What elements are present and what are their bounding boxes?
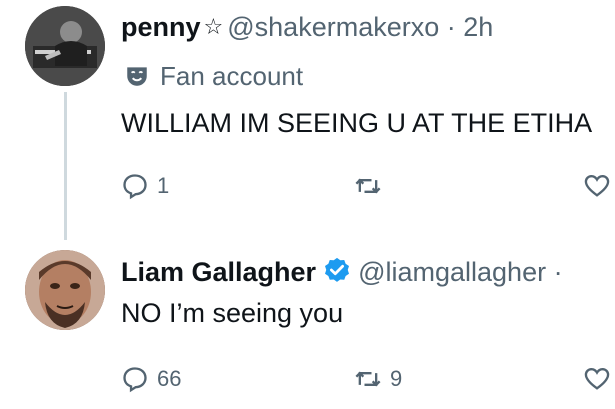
tweet-text: WILLIAM IM SEEING U AT THE ETIHA [121,108,593,138]
reply-count: 1 [157,173,170,198]
tweet-header: penny ☆ @shakermakerxo · 2h [121,10,493,44]
reply-button[interactable]: 66 [121,361,181,397]
display-name[interactable]: Liam Gallagher [121,257,316,287]
reply-icon [123,174,147,200]
retweet-icon [355,178,381,194]
like-icon [584,368,610,390]
separator-dot: · [553,257,563,287]
action-bar: 1 [121,168,615,204]
thread-line [64,92,67,240]
timestamp[interactable]: 2h [463,12,493,42]
tweet-text: NO I’m seeing you [121,298,344,328]
verified-icon [325,257,350,282]
retweet-button[interactable]: 9 [354,361,402,397]
reply-tweet[interactable]: penny ☆ @shakermakerxo · 2h Fan account WI… [0,0,615,240]
separator-dot: · [446,12,456,42]
avatar[interactable] [25,6,105,86]
handle[interactable]: @shakermakerxo [227,12,439,42]
star-icon: ☆ [203,14,224,39]
handle[interactable]: @liamgallagher [358,257,546,287]
avatar-photo [25,6,105,86]
like-button[interactable] [583,168,611,204]
display-name[interactable]: penny [121,12,201,42]
avatar-photo [25,250,105,330]
retweet-icon [355,371,381,387]
action-bar: 66 9 [121,361,615,397]
retweet-button[interactable] [354,168,390,204]
account-label: Fan account [124,59,303,93]
retweet-count: 9 [390,366,403,391]
reply-button[interactable]: 1 [121,168,169,204]
fan-account-icon [127,67,147,86]
avatar[interactable] [25,250,105,330]
reply-count: 66 [157,366,182,391]
reply-icon [123,367,147,393]
like-icon [584,175,610,197]
like-button[interactable] [583,361,611,397]
tweet-header: Liam Gallagher @liamgallagher · [121,255,563,289]
response-tweet[interactable]: Liam Gallagher @liamgallagher · NO I’m s… [0,240,615,409]
account-label-text: Fan account [160,61,304,91]
